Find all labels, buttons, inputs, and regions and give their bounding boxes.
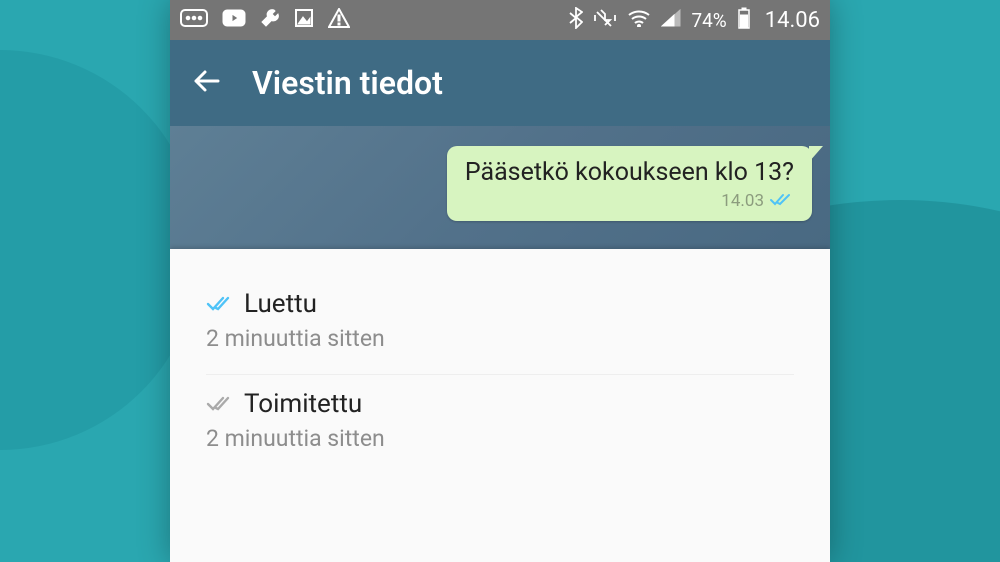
info-card: Luettu 2 minuuttia sitten Toimitettu 2 m… (170, 249, 830, 562)
back-button[interactable] (192, 66, 222, 100)
phone-frame: 74% 14.06 Viestin tiedot Pääsetkö kokouk… (170, 0, 830, 562)
delivered-ticks-icon (206, 395, 234, 413)
play-icon (222, 8, 246, 32)
page-title: Viestin tiedot (252, 64, 443, 102)
notification-dots-icon (180, 8, 208, 32)
bluetooth-icon (569, 7, 583, 34)
vibrate-icon (593, 8, 617, 33)
chat-area: Pääsetkö kokoukseen klo 13? 14.03 (170, 126, 830, 249)
read-subtext: 2 minuuttia sitten (206, 325, 794, 352)
read-label: Luettu (244, 289, 317, 319)
delivered-row: Toimitettu 2 minuuttia sitten (206, 375, 794, 474)
warning-icon (328, 8, 350, 33)
battery-icon (737, 7, 751, 34)
read-row: Luettu 2 minuuttia sitten (206, 275, 794, 375)
status-right: 74% 14.06 (569, 7, 820, 34)
status-left (180, 8, 350, 33)
message-text: Pääsetkö kokoukseen klo 13? (465, 158, 794, 187)
wrench-icon (260, 8, 280, 33)
image-icon (294, 8, 314, 33)
read-ticks-icon (770, 192, 794, 211)
message-bubble[interactable]: Pääsetkö kokoukseen klo 13? 14.03 (447, 146, 812, 221)
battery-percent: 74% (691, 9, 726, 32)
message-time: 14.03 (721, 191, 764, 211)
status-clock: 14.06 (765, 8, 820, 33)
signal-icon (661, 8, 681, 32)
read-ticks-icon (206, 295, 234, 313)
wifi-icon (627, 8, 651, 32)
app-bar: Viestin tiedot (170, 40, 830, 126)
delivered-label: Toimitettu (244, 389, 362, 419)
status-bar: 74% 14.06 (170, 0, 830, 40)
delivered-subtext: 2 minuuttia sitten (206, 425, 794, 452)
message-meta: 14.03 (465, 191, 794, 211)
